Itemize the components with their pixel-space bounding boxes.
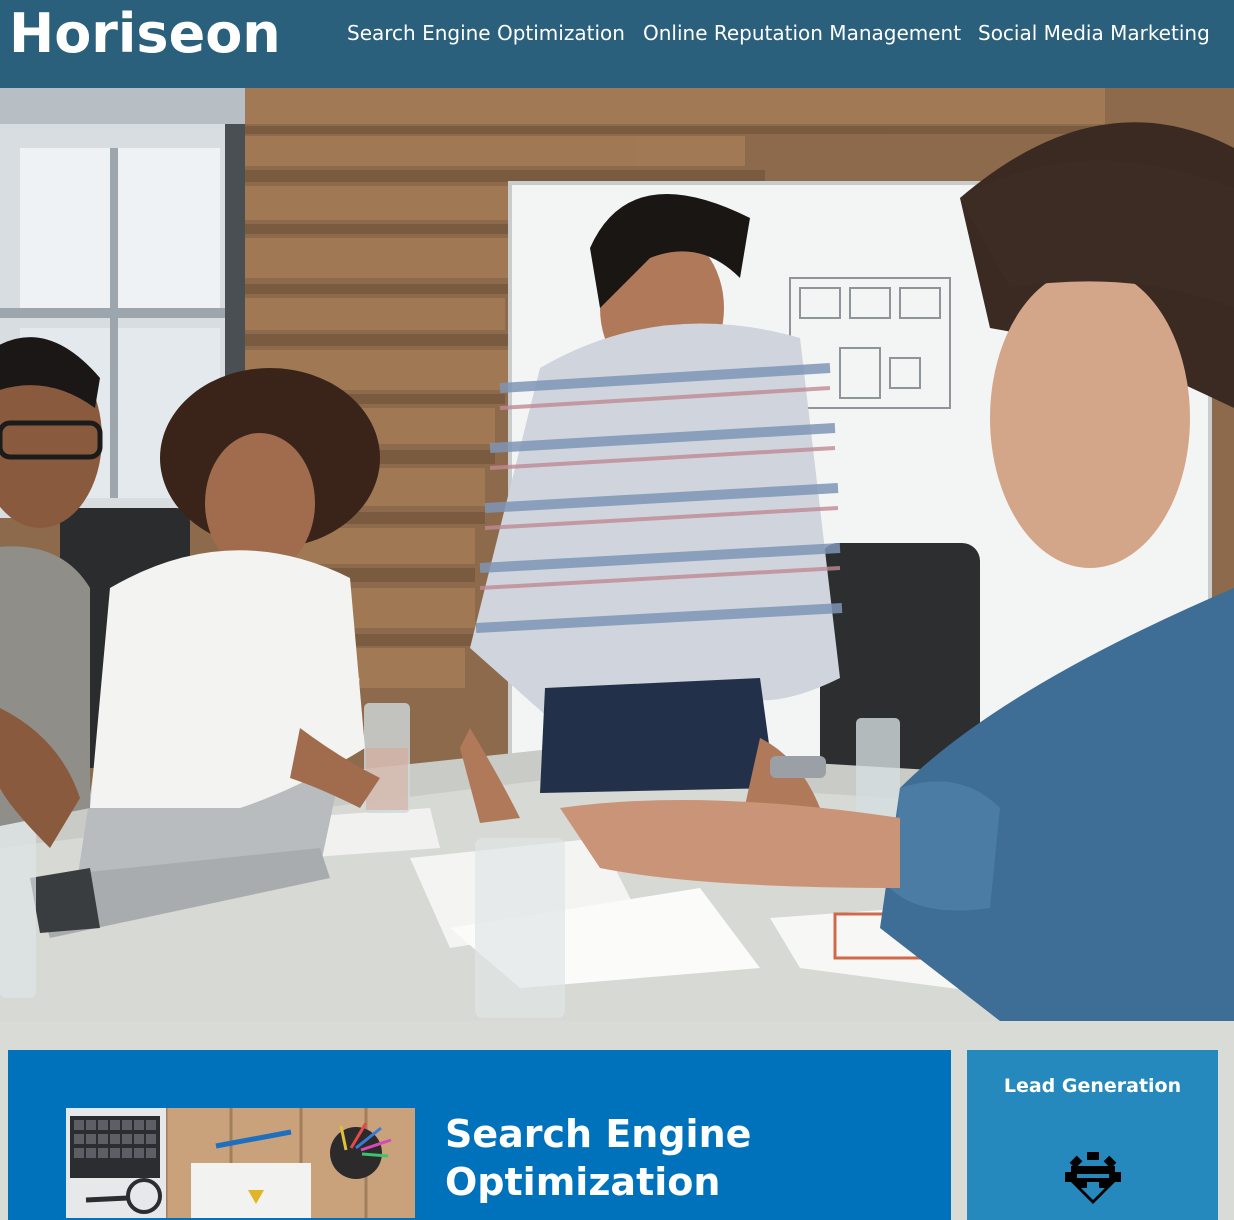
seo-section-title: Search Engine Optimization: [445, 1112, 752, 1204]
nav-link-reputation[interactable]: Online Reputation Management: [643, 18, 961, 48]
lead-generation-icon: [1065, 1152, 1121, 1212]
hero-image: [0, 88, 1234, 1021]
seo-desk-illustration: [66, 1108, 415, 1218]
main-nav: Search Engine Optimization Online Reputa…: [0, 18, 1234, 48]
seo-section-image: [66, 1108, 415, 1218]
nav-link-social-media[interactable]: Social Media Marketing: [978, 18, 1210, 48]
hero-photo-illustration: [0, 88, 1234, 1021]
lead-generation-card: Lead Generation: [967, 1050, 1218, 1220]
seo-section: Search Engine Optimization: [8, 1050, 951, 1220]
nav-link-seo[interactable]: Search Engine Optimization: [347, 18, 625, 48]
site-header: Horiseon Search Engine Optimization Onli…: [0, 0, 1234, 88]
lead-generation-title: Lead Generation: [1003, 1075, 1182, 1097]
